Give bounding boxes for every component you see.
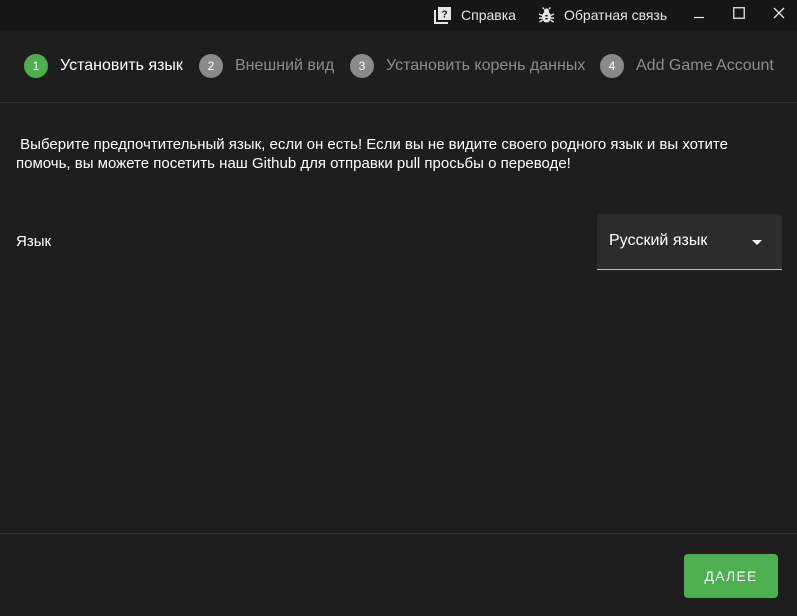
bug-icon bbox=[538, 6, 555, 24]
next-button[interactable]: ДАЛЕЕ bbox=[684, 554, 778, 598]
step-data-root[interactable]: 3 Установить корень данных bbox=[350, 54, 585, 78]
step-number: 2 bbox=[199, 54, 223, 78]
step-label: Установить язык bbox=[60, 57, 183, 74]
svg-text:?: ? bbox=[441, 10, 447, 21]
help-button[interactable]: ? Справка bbox=[434, 0, 516, 30]
close-button[interactable] bbox=[759, 0, 797, 30]
close-icon bbox=[773, 6, 785, 24]
setup-stepper: 1 Установить язык 2 Внешний вид 3 Устано… bbox=[0, 30, 797, 103]
maximize-button[interactable] bbox=[719, 0, 759, 30]
footer-divider bbox=[0, 533, 797, 534]
help-book-icon: ? bbox=[434, 6, 452, 24]
step-number: 4 bbox=[600, 54, 624, 78]
language-description: Выберите предпочтительный язык, если он … bbox=[16, 136, 733, 172]
language-select[interactable]: Русский язык bbox=[597, 214, 782, 270]
step-appearance[interactable]: 2 Внешний вид bbox=[199, 54, 334, 78]
step-number: 1 bbox=[24, 54, 48, 78]
step-label: Внешний вид bbox=[235, 57, 335, 74]
step-label: Add Game Account bbox=[636, 57, 774, 74]
step-number: 3 bbox=[350, 54, 374, 78]
minimize-button[interactable] bbox=[679, 0, 719, 30]
language-select-value: Русский язык bbox=[609, 232, 708, 249]
step-set-language[interactable]: 1 Установить язык bbox=[24, 54, 183, 78]
step-label: Установить корень данных bbox=[386, 57, 586, 74]
title-bar: ? Справка Обратная связь bbox=[0, 0, 797, 30]
language-label: Язык bbox=[16, 233, 52, 250]
help-label: Справка bbox=[461, 7, 516, 23]
feedback-button[interactable]: Обратная связь bbox=[538, 0, 667, 30]
step-add-game-account[interactable]: 4 Add Game Account bbox=[600, 54, 774, 78]
minimize-icon bbox=[693, 6, 705, 24]
feedback-label: Обратная связь bbox=[564, 7, 668, 23]
dropdown-arrow-icon bbox=[752, 240, 762, 245]
maximize-icon bbox=[733, 6, 745, 24]
